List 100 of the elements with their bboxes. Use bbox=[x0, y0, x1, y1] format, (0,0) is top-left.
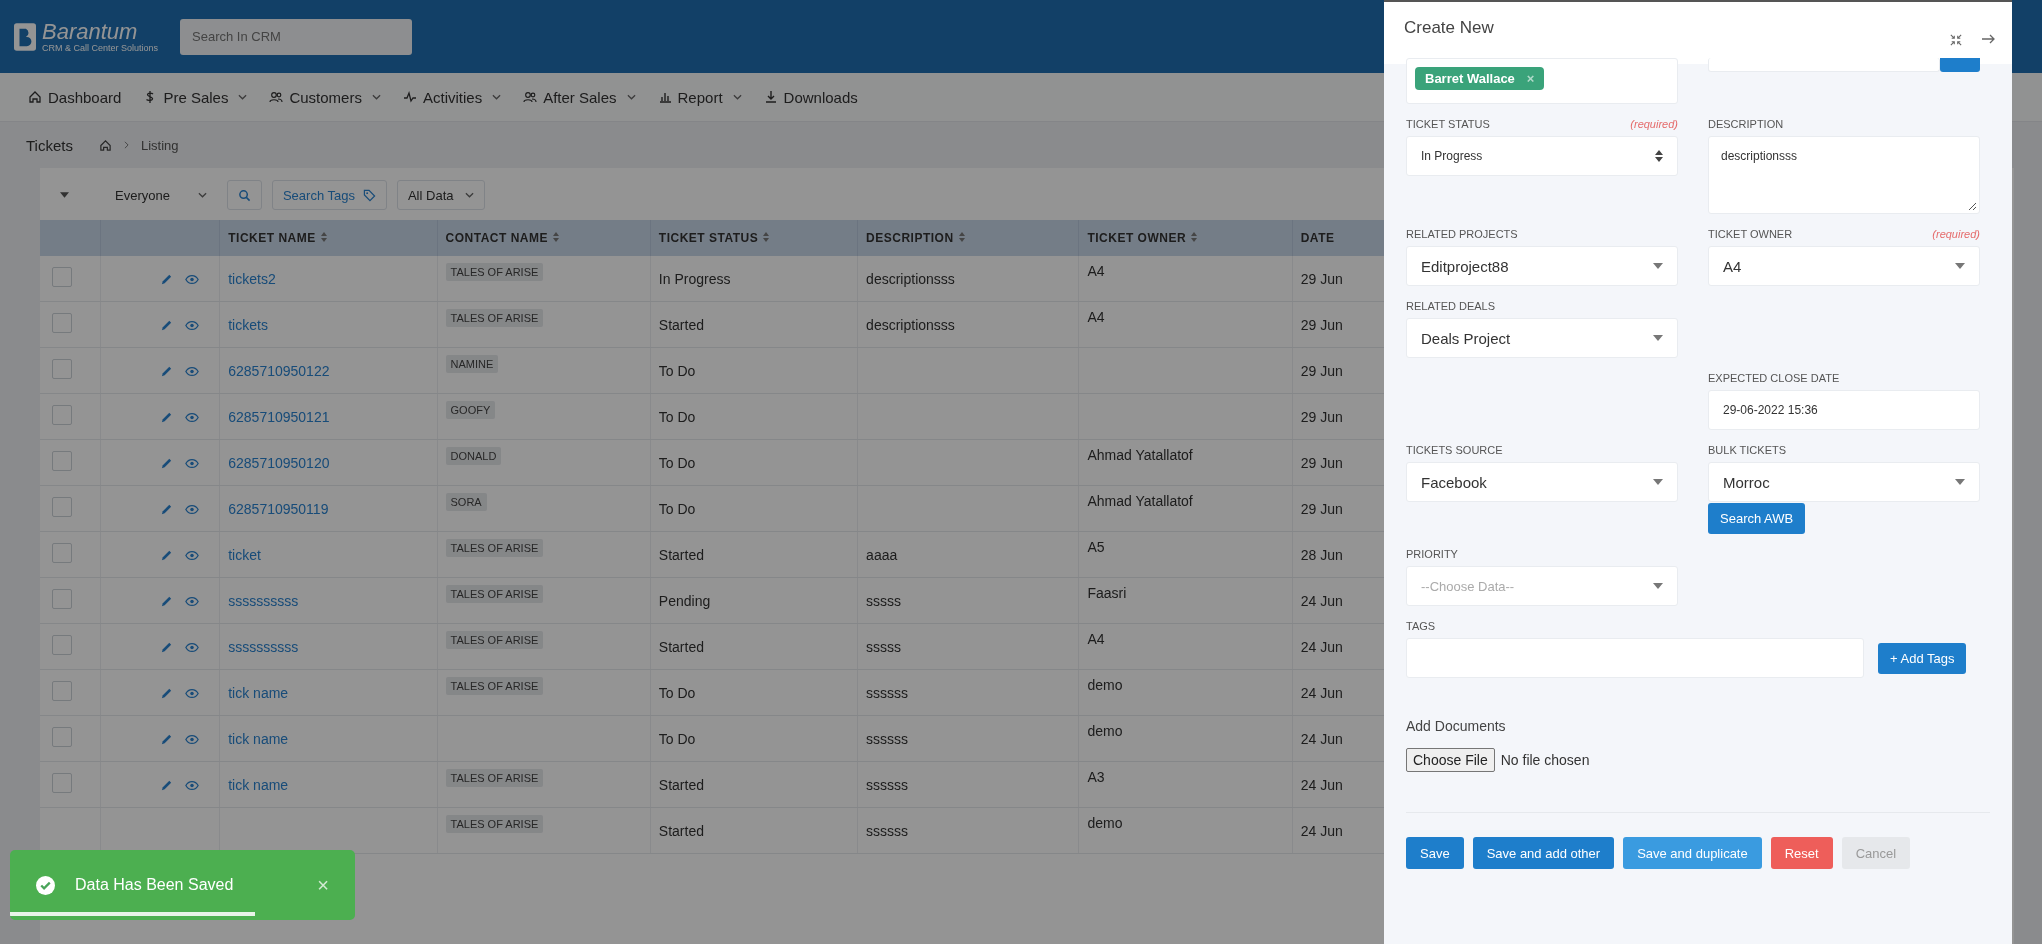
pencil-icon[interactable] bbox=[160, 273, 174, 287]
select-field[interactable]: Deals Project bbox=[1406, 318, 1678, 358]
ticket-link[interactable]: tickets2 bbox=[228, 270, 276, 287]
pencil-icon[interactable] bbox=[160, 365, 174, 379]
nav-item[interactable]: After Sales bbox=[523, 88, 636, 106]
column-header[interactable]: TICKET STATUS bbox=[650, 220, 858, 256]
nav-item[interactable]: Customers bbox=[269, 88, 381, 106]
nav-item[interactable]: Activities bbox=[402, 88, 502, 106]
row-checkbox[interactable] bbox=[52, 313, 72, 333]
ticket-link[interactable]: tick name bbox=[228, 684, 289, 701]
text-field[interactable] bbox=[1708, 58, 1940, 72]
field-button[interactable] bbox=[1940, 58, 1980, 72]
form-button[interactable]: Reset bbox=[1770, 837, 1833, 869]
ticket-link[interactable]: 6285710950122 bbox=[228, 362, 330, 379]
search-tags-button[interactable]: Search Tags bbox=[271, 180, 387, 210]
eye-icon[interactable] bbox=[185, 734, 200, 746]
table-cell: Started bbox=[658, 546, 704, 563]
ticket-link[interactable]: ssssssssss bbox=[228, 592, 299, 609]
row-checkbox[interactable] bbox=[52, 267, 72, 287]
collapse-icon[interactable] bbox=[1950, 34, 1962, 46]
row-checkbox[interactable] bbox=[52, 589, 72, 609]
column-header[interactable]: TICKET OWNER bbox=[1078, 220, 1293, 256]
search-field[interactable]: Search In CRM bbox=[180, 18, 413, 55]
pencil-icon[interactable] bbox=[160, 549, 174, 563]
contact-field[interactable]: Barret Wallace × bbox=[1406, 58, 1678, 104]
eye-icon[interactable] bbox=[185, 780, 200, 792]
caret-icon[interactable] bbox=[60, 192, 69, 198]
data-filter-dropdown[interactable]: All Data bbox=[396, 180, 486, 210]
contact-chip[interactable]: Barret Wallace × bbox=[1415, 67, 1545, 90]
add-tags-button[interactable]: + Add Tags bbox=[1878, 642, 1967, 674]
eye-icon[interactable] bbox=[185, 366, 200, 378]
pencil-icon[interactable] bbox=[160, 411, 174, 425]
ticket-link[interactable]: ticket bbox=[228, 546, 261, 563]
column-header[interactable]: CONTACT NAME bbox=[437, 220, 651, 256]
column-header[interactable]: DESCRIPTION bbox=[857, 220, 1079, 256]
eye-icon[interactable] bbox=[185, 688, 200, 700]
ticket-link[interactable]: 6285710950121 bbox=[228, 408, 330, 425]
eye-icon[interactable] bbox=[185, 458, 200, 470]
ticket-link[interactable]: ssssssssss bbox=[228, 638, 299, 655]
pencil-icon[interactable] bbox=[160, 687, 174, 701]
form-button[interactable]: Save and add other bbox=[1472, 837, 1615, 869]
ticket-link[interactable]: tick name bbox=[228, 776, 289, 793]
owner-filter[interactable]: Everyone bbox=[79, 187, 217, 203]
date-field[interactable]: 29-06-2022 15:36 bbox=[1708, 390, 1980, 430]
sort-icon[interactable] bbox=[958, 232, 965, 242]
pencil-icon[interactable] bbox=[160, 503, 174, 517]
resize-grip-icon[interactable] bbox=[1968, 202, 1976, 210]
row-checkbox[interactable] bbox=[52, 405, 72, 425]
column-header[interactable]: TICKET NAME bbox=[219, 220, 438, 256]
row-checkbox[interactable] bbox=[52, 635, 72, 655]
nav-item[interactable]: Dashboard bbox=[28, 88, 122, 106]
remove-icon[interactable]: × bbox=[1526, 71, 1535, 86]
eye-icon[interactable] bbox=[185, 274, 200, 286]
choose-file-button[interactable]: Choose File bbox=[1406, 748, 1495, 772]
row-checkbox[interactable] bbox=[52, 727, 72, 747]
arrow-right-icon[interactable] bbox=[1982, 34, 1996, 44]
nav-item[interactable]: Pre Sales bbox=[143, 88, 248, 106]
pencil-icon[interactable] bbox=[160, 779, 174, 793]
sort-icon[interactable] bbox=[320, 232, 327, 242]
pencil-icon[interactable] bbox=[160, 595, 174, 609]
nav-item[interactable]: Downloads bbox=[763, 88, 858, 106]
row-checkbox[interactable] bbox=[52, 497, 72, 517]
sort-icon[interactable] bbox=[552, 232, 559, 242]
sort-icon[interactable] bbox=[763, 232, 770, 242]
form-button[interactable]: Save and duplicate bbox=[1623, 837, 1762, 869]
select-field[interactable]: A4 bbox=[1708, 246, 1980, 286]
row-checkbox[interactable] bbox=[52, 359, 72, 379]
row-checkbox[interactable] bbox=[52, 451, 72, 471]
eye-icon[interactable] bbox=[185, 320, 200, 332]
form-button[interactable]: Save bbox=[1406, 837, 1464, 869]
sort-icon[interactable] bbox=[1191, 232, 1198, 242]
pencil-icon[interactable] bbox=[160, 641, 174, 655]
pencil-icon[interactable] bbox=[160, 319, 174, 333]
eye-icon[interactable] bbox=[185, 596, 200, 608]
breadcrumb-item[interactable]: Listing bbox=[140, 137, 179, 153]
select-field[interactable]: --Choose Data-- bbox=[1406, 566, 1678, 606]
pencil-icon[interactable] bbox=[160, 733, 174, 747]
ticket-link[interactable]: 6285710950119 bbox=[228, 500, 329, 517]
search-awb-button[interactable]: Search AWB bbox=[1708, 503, 1806, 534]
ticket-link[interactable]: tick name bbox=[228, 730, 289, 747]
eye-icon[interactable] bbox=[185, 642, 200, 654]
row-checkbox[interactable] bbox=[52, 773, 72, 793]
form-button[interactable]: Cancel bbox=[1841, 837, 1911, 869]
ticket-link[interactable]: tickets bbox=[228, 316, 268, 333]
eye-icon[interactable] bbox=[185, 550, 200, 562]
home-icon[interactable] bbox=[98, 138, 112, 152]
select-field[interactable]: Facebook bbox=[1406, 462, 1678, 502]
ticket-link[interactable]: 6285710950120 bbox=[228, 454, 330, 471]
select-field[interactable]: In Progress bbox=[1406, 136, 1678, 176]
search-button[interactable] bbox=[226, 180, 262, 210]
eye-icon[interactable] bbox=[185, 504, 200, 516]
close-icon[interactable]: × bbox=[317, 873, 329, 897]
description-field[interactable]: descriptionsss bbox=[1708, 136, 1980, 214]
pencil-icon[interactable] bbox=[160, 457, 174, 471]
nav-item[interactable]: Report bbox=[657, 88, 742, 106]
row-checkbox[interactable] bbox=[52, 543, 72, 563]
select-field[interactable]: Morroc bbox=[1708, 462, 1980, 502]
eye-icon[interactable] bbox=[185, 412, 200, 424]
row-checkbox[interactable] bbox=[52, 681, 72, 701]
select-field[interactable]: Editproject88 bbox=[1406, 246, 1678, 286]
